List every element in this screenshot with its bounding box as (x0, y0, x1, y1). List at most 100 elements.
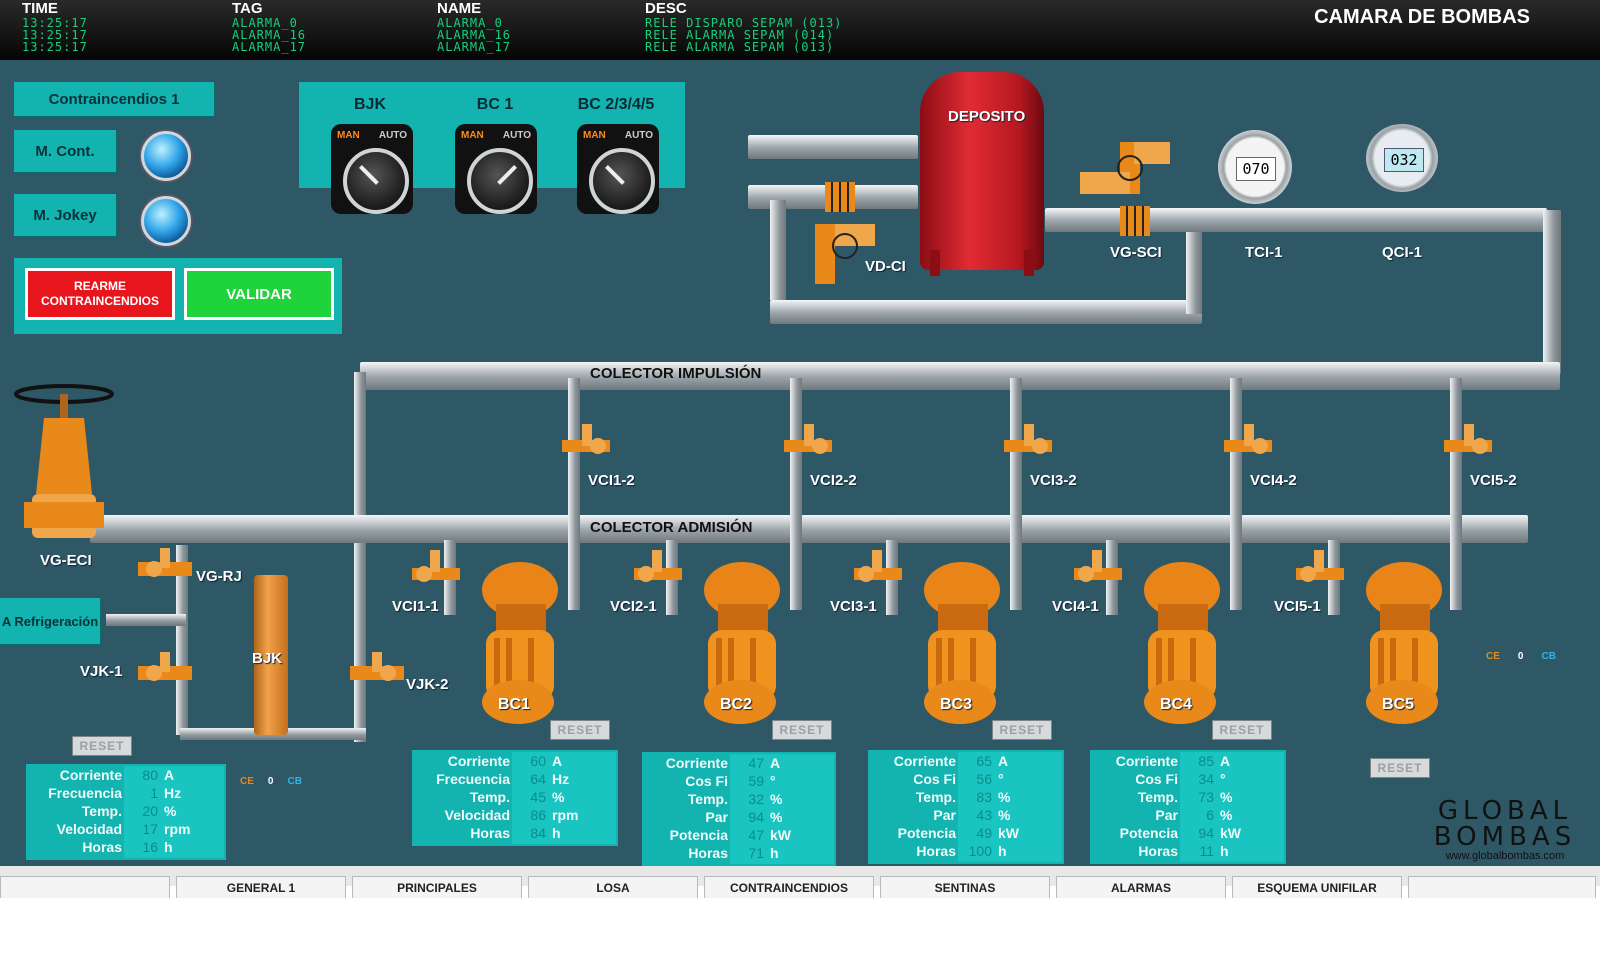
data-unit: kW (770, 827, 791, 843)
vg-rj-valve-icon[interactable] (138, 546, 192, 590)
data-value-row: 94 kW (1180, 824, 1284, 842)
data-value-row: 47 kW (730, 826, 834, 844)
reset-button-bc3[interactable]: RESET (992, 720, 1052, 740)
vci-1-valve-icon[interactable] (1074, 548, 1122, 592)
data-unit: rpm (552, 807, 579, 823)
selector-knob[interactable] (467, 148, 533, 214)
vci-1-valve-icon[interactable] (854, 548, 902, 592)
vci-2-valve-icon[interactable] (1224, 420, 1272, 464)
data-value-row: 60 A (512, 752, 616, 770)
data-label: Potencia (897, 825, 956, 841)
alarm-desc[interactable]: RELE ALARMA SEPAM (013) (645, 41, 842, 53)
data-value: 1 (150, 785, 158, 801)
nav-tab-losa[interactable]: LOSA (528, 876, 698, 899)
pipe-deposito-inlet (748, 135, 918, 159)
data-label: Velocidad (444, 807, 510, 823)
data-value: 71 (748, 845, 764, 861)
data-value-row: 64 Hz (512, 770, 616, 788)
alarm-time[interactable]: 13:25:17 (22, 41, 88, 53)
vci-2-valve-icon[interactable] (1444, 420, 1492, 464)
data-unit: kW (1220, 825, 1241, 841)
nav-tab-sentinas[interactable]: SENTINAS (880, 876, 1050, 899)
selector-label-bjk: BJK (353, 96, 386, 113)
data-label: Horas (470, 825, 510, 841)
reset-button-bc1[interactable]: RESET (550, 720, 610, 740)
vg-eci-gate-valve-icon[interactable] (14, 384, 114, 550)
vci-1-label: VCI2-1 (610, 598, 657, 615)
global-bombas-logo: GLOBAL BOMBAS www.globalbombas.com (1420, 798, 1590, 862)
selector-label-bc1: BC 1 (476, 96, 514, 113)
vci-2-valve-icon[interactable] (1004, 420, 1052, 464)
data-unit: % (164, 803, 177, 819)
qci-value: 032 (1384, 148, 1424, 172)
alarm-desc-column: RELE DISPARO SEPAM (013) RELE ALARMA SEP… (645, 17, 842, 53)
data-panel-bc4: Corriente Cos Fi Temp. Par Potencia Horas 85 A 3… (1090, 750, 1286, 864)
reset-button-bc5[interactable]: RESET (1370, 758, 1430, 778)
data-panel-labels: Corriente Cos Fi Temp. Par Potencia Horas (1092, 752, 1178, 860)
alarm-time-column: 13:25:17 13:25:17 13:25:17 (22, 17, 88, 53)
vci-1-label: VCI5-1 (1274, 598, 1321, 615)
vci-1-valve-icon[interactable] (1296, 548, 1344, 592)
rearme-contraincendios-button[interactable]: REARME CONTRAINCENDIOS (25, 268, 175, 320)
selector-switch-bc2345[interactable]: MAN AUTO (577, 124, 659, 214)
selector-switch-bjk[interactable]: MAN AUTO (331, 124, 413, 214)
m-cont-button[interactable]: M. Cont. (14, 130, 116, 172)
vci-2-valve-icon[interactable] (562, 420, 610, 464)
vci-2-label: VCI3-2 (1030, 472, 1077, 489)
nav-tab-alarmas[interactable]: ALARMAS (1056, 876, 1226, 899)
nav-tab-blank[interactable] (0, 876, 170, 899)
vci-2-valve-icon[interactable] (784, 420, 832, 464)
data-value: 11 (1199, 843, 1214, 859)
data-value-row: 80 A (124, 766, 224, 784)
data-panel-labels: Corriente Cos Fi Temp. Par Potencia Horas (644, 754, 728, 862)
data-unit: A (770, 755, 781, 771)
reset-button-bjk[interactable]: RESET (72, 736, 132, 756)
alarm-name[interactable]: ALARMA_17 (437, 41, 511, 53)
reset-button-bc4[interactable]: RESET (1212, 720, 1272, 740)
data-unit: h (164, 839, 173, 855)
pipe-loop-left (770, 200, 786, 300)
nav-tab-principales[interactable]: PRINCIPALES (352, 876, 522, 899)
data-value: 32 (748, 791, 764, 807)
vci-1-valve-icon[interactable] (634, 548, 682, 592)
data-value-row: 6% (1180, 806, 1284, 824)
nav-tab-contraincendios[interactable]: CONTRAINCENDIOS (704, 876, 874, 899)
data-value-row: 94% (730, 808, 834, 826)
selector-knob[interactable] (343, 148, 409, 214)
vjk-1-valve-icon[interactable] (138, 650, 192, 694)
vg-rj-label: VG-RJ (196, 568, 242, 585)
data-unit: A (998, 753, 1009, 769)
validar-button[interactable]: VALIDAR (184, 268, 334, 320)
reset-button-bc2[interactable]: RESET (772, 720, 832, 740)
vci-1-valve-icon[interactable] (412, 548, 460, 592)
colector-admision-pipe (90, 515, 1528, 543)
tci-label: TCI-1 (1245, 244, 1283, 261)
m-jokey-button[interactable]: M. Jokey (14, 194, 116, 236)
data-value: 59 (748, 773, 764, 789)
data-value: 56 (976, 771, 992, 787)
selector-knob[interactable] (589, 148, 655, 214)
data-unit: % (1220, 789, 1233, 805)
nav-tab-blank[interactable] (1408, 876, 1596, 899)
data-value-row: 1 Hz (124, 784, 224, 802)
data-unit: A (164, 767, 175, 783)
data-value: 65 (976, 753, 992, 769)
vci-2-label: VCI1-2 (588, 472, 635, 489)
discharge-riser (1230, 378, 1242, 610)
selector-switch-bc1[interactable]: MAN AUTO (455, 124, 537, 214)
nav-tab-esquema-unifilar[interactable]: ESQUEMA UNIFILAR (1232, 876, 1402, 899)
ce-value: 0 (1517, 651, 1524, 662)
data-label: Horas (916, 843, 956, 859)
vd-ci-flange (825, 182, 855, 212)
vg-sci-valve-icon[interactable] (1080, 138, 1180, 198)
alarm-tag[interactable]: ALARMA_17 (232, 41, 306, 53)
nav-tab-general-1[interactable]: GENERAL 1 (176, 876, 346, 899)
man-label: MAN (583, 130, 606, 141)
data-unit: % (998, 807, 1011, 823)
colector-impulsion-pipe (360, 362, 1560, 390)
data-unit: % (770, 791, 783, 807)
qci-label: QCI-1 (1382, 244, 1423, 261)
deposito-tank[interactable] (920, 72, 1044, 270)
vjk-2-valve-icon[interactable] (350, 650, 404, 694)
data-value-row: 84 h (512, 824, 616, 842)
